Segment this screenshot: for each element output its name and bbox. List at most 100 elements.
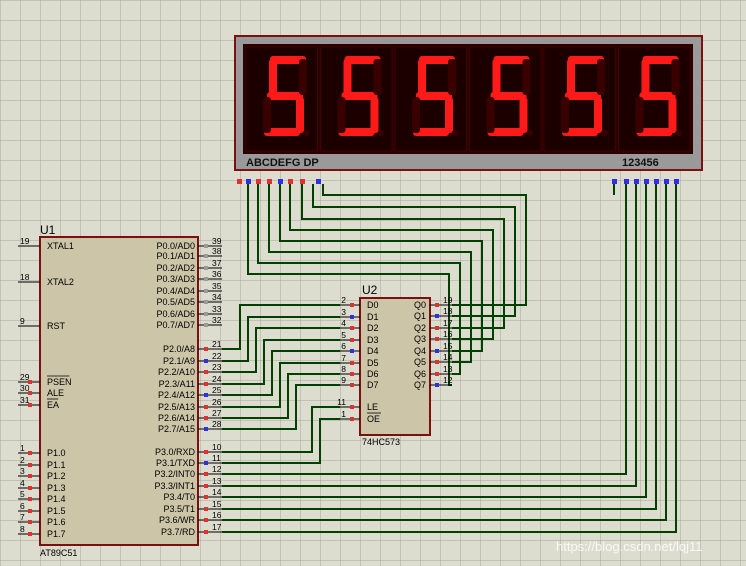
- u1-pin-number: 2: [20, 455, 25, 465]
- digit-6: [618, 46, 691, 152]
- display-segment-pin: [316, 179, 321, 184]
- u2-pin-number: 17: [443, 318, 453, 328]
- u1-pin-number: 27: [212, 408, 222, 418]
- display-segment-pin: [288, 179, 293, 184]
- u2-pin-number: 15: [443, 341, 453, 351]
- u2-pin-number: 14: [443, 352, 453, 362]
- u2-pin-number: 11: [337, 397, 346, 407]
- u2-chip[interactable]: U2 74HC573 2 D0 3 D1 4 D2 5 D3 6 D4 7 D5 8 D6 9 D7 11 LE 1…: [337, 283, 453, 447]
- display-common-pin: [612, 179, 617, 184]
- u2-pin-name: Q3: [414, 334, 426, 344]
- u1-pin-name: P1.6: [47, 517, 66, 527]
- u2-pin-number: 1: [341, 409, 346, 419]
- u1-pin-number: 8: [20, 524, 25, 534]
- display-segment-pin: [300, 179, 305, 184]
- u2-pin-name: D0: [367, 300, 379, 310]
- u1-pin-number: 16: [212, 510, 222, 520]
- u1-pin-name: P1.0: [47, 448, 66, 458]
- u1-pin-name: P2.4/A12: [158, 390, 195, 400]
- u1-pin-number: 14: [212, 487, 222, 497]
- u1-pin-number: 36: [212, 269, 222, 279]
- common-label: 123456: [622, 157, 659, 169]
- u2-pin-number: 5: [341, 330, 346, 340]
- u1-pin-number: 30: [20, 383, 30, 393]
- u1-pin-name: P2.7/A15: [158, 424, 195, 434]
- u1-pin-name: P0.7/AD7: [156, 320, 195, 330]
- u2-pin-number: 19: [443, 295, 453, 305]
- u2-pin-number: 6: [341, 341, 346, 351]
- u1-pin-name: P1.3: [47, 483, 66, 493]
- u1-pin-number: 5: [20, 489, 25, 499]
- u1-pin-name: PSEN: [47, 377, 72, 387]
- u1-pin-number: 10: [212, 442, 222, 452]
- u2-pin-number: 2: [341, 295, 346, 305]
- display-segment-pin: [237, 179, 242, 184]
- u1-pin-name: P0.0/AD0: [156, 241, 195, 251]
- u1-pin-name: P1.1: [47, 460, 66, 470]
- u1-pin-number: 18: [20, 272, 30, 282]
- u1-pin-name: P3.5/T1: [163, 504, 195, 514]
- u2-pin-number: 4: [341, 318, 346, 328]
- display-segment-pin: [246, 179, 251, 184]
- digit-2: [320, 46, 393, 152]
- u1-pin-number: 9: [20, 316, 25, 326]
- u2-part: 74HC573: [362, 437, 400, 447]
- u1-pin-number: 12: [212, 464, 222, 474]
- u1-pin-name: P2.6/A14: [158, 413, 195, 423]
- u1-pin-name: P2.3/A11: [159, 379, 195, 389]
- u1-pin-name: ALE: [47, 388, 64, 398]
- schematic-canvas: ABCDEFG DP 123456 U1 AT89C51 19 XTAL118 XT…: [18, 35, 703, 558]
- u1-pin-name: P2.0/A8: [163, 344, 195, 354]
- display-pins: [237, 179, 679, 184]
- u2-pin-number: 3: [341, 307, 346, 317]
- display-segment-pin: [267, 179, 272, 184]
- u2-pin-name: Q2: [414, 323, 426, 333]
- u1-pin-name: RST: [47, 321, 66, 331]
- u2-pin-name: D3: [367, 335, 379, 345]
- u1-pin-name: P0.6/AD6: [156, 309, 195, 319]
- u2-pin-number: 13: [443, 364, 453, 374]
- u1-pin-number: 33: [212, 304, 222, 314]
- display-segment-pin: [256, 179, 261, 184]
- u2-pin-name: D5: [367, 358, 379, 368]
- u1-pin-name: EA: [47, 400, 59, 410]
- digit-3: [394, 46, 467, 152]
- u1-pin-number: 13: [212, 476, 222, 486]
- u1-pin-number: 29: [20, 372, 30, 382]
- u1-pin-number: 37: [212, 258, 222, 268]
- u1-pin-name: P1.4: [47, 494, 66, 504]
- u1-chip[interactable]: U1 AT89C51 19 XTAL118 XTAL29 RST29 PSEN30 ALE…: [18, 223, 222, 558]
- watermark: https://blog.csdn.net/lqj11: [556, 539, 702, 554]
- u1-pin-number: 4: [20, 478, 25, 488]
- u1-pin-number: 23: [212, 362, 222, 372]
- display-common-pin: [654, 179, 659, 184]
- u2-pin-number: 9: [341, 375, 346, 385]
- u1-pin-number: 25: [212, 385, 222, 395]
- seven-segment-display[interactable]: ABCDEFG DP 123456: [234, 35, 703, 184]
- u1-pin-name: P3.4/T0: [163, 492, 195, 502]
- u1-pin-number: 31: [20, 395, 30, 405]
- display-common-pin: [674, 179, 679, 184]
- u1-pin-name: P1.7: [47, 529, 66, 539]
- u2-pin-name: Q6: [414, 369, 426, 379]
- u1-pin-name: P0.4/AD4: [156, 286, 195, 296]
- digit-5: [543, 46, 616, 152]
- u1-pin-name: P1.5: [47, 506, 66, 516]
- u1-pin-name: XTAL1: [47, 241, 74, 251]
- u1-pin-number: 39: [212, 236, 222, 246]
- u1-ref: U1: [40, 223, 56, 237]
- u1-pin-name: P0.5/AD5: [156, 297, 195, 307]
- u1-pin-name: P3.0/RXD: [155, 447, 196, 457]
- u1-pin-name: P2.2/A10: [158, 367, 195, 377]
- u2-pin-name: Q4: [414, 346, 426, 356]
- u1-pin-number: 21: [212, 339, 222, 349]
- u2-pin-name: Q1: [414, 311, 426, 321]
- u2-pin-name: Q5: [414, 357, 426, 367]
- u1-pin-number: 11: [212, 453, 221, 463]
- u1-pin-name: P3.3/INT1: [154, 481, 195, 491]
- u1-pin-number: 34: [212, 292, 222, 302]
- display-common-pin: [664, 179, 669, 184]
- u2-pin-number: 16: [443, 329, 453, 339]
- u2-pin-number: 8: [341, 364, 346, 374]
- u1-pin-name: XTAL2: [47, 277, 74, 287]
